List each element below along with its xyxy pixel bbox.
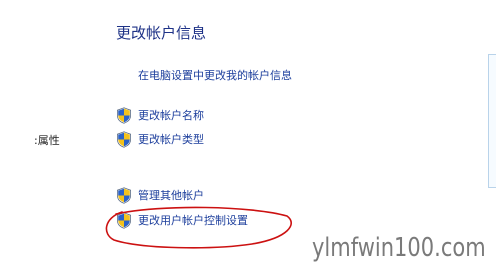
change-account-type-link[interactable]: 更改帐户类型	[138, 131, 204, 147]
manage-other-accounts-link[interactable]: 管理其他帐户	[138, 187, 204, 203]
manage-other-accounts-task[interactable]: 管理其他帐户	[116, 186, 204, 204]
right-side-panel-edge	[488, 54, 496, 188]
site-watermark: ylmfwin100.com	[312, 233, 486, 263]
uac-shield-icon	[116, 107, 132, 124]
change-account-name-link[interactable]: 更改帐户名称	[138, 107, 204, 123]
change-account-info-in-pc-settings-link[interactable]: 在电脑设置中更改我的帐户信息	[138, 67, 292, 83]
red-annotation-ellipse	[105, 206, 292, 249]
page-title: 更改帐户信息	[116, 24, 207, 42]
uac-shield-icon	[116, 131, 132, 148]
change-account-name-task[interactable]: 更改帐户名称	[116, 106, 204, 124]
change-account-type-task[interactable]: 更改帐户类型	[116, 130, 204, 148]
properties-label: :属性	[34, 134, 60, 147]
uac-shield-icon	[116, 187, 132, 204]
